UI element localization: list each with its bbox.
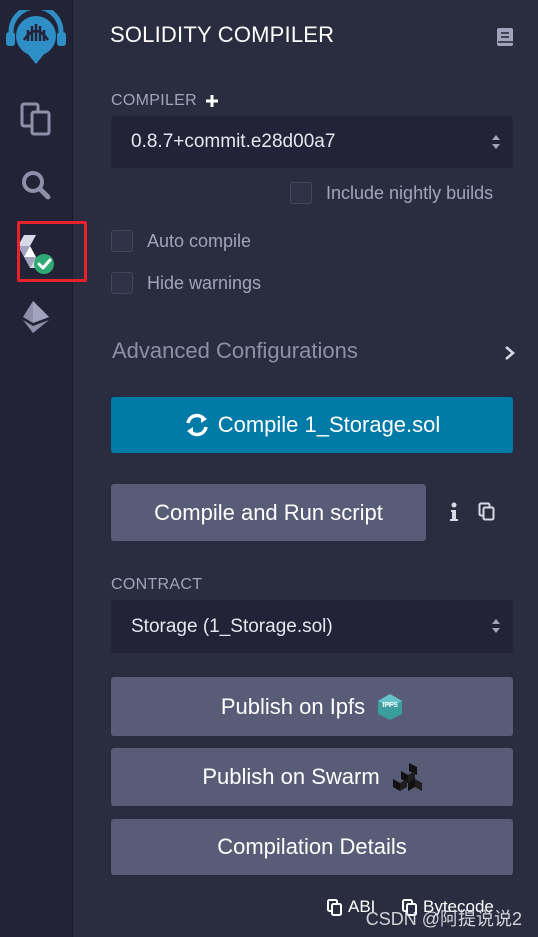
ipfs-icon: IPFS [377, 693, 403, 721]
info-icon[interactable] [449, 502, 459, 526]
ipfs-badge-text: IPFS [382, 701, 398, 709]
select-arrows-icon [491, 133, 501, 157]
compile-and-run-button[interactable]: Compile and Run script [111, 484, 426, 541]
contract-value: Storage (1_Storage.sol) [131, 615, 333, 637]
hide-warnings-row[interactable]: Hide warnings [111, 272, 261, 294]
hide-warnings-checkbox[interactable] [111, 272, 133, 294]
publish-ipfs-label: Publish on Ipfs [220, 693, 366, 719]
file-explorer-icon[interactable] [0, 101, 72, 137]
watermark-text: CSDN @阿提说说2 [365, 909, 522, 929]
swarm-icon [392, 762, 422, 792]
publish-ipfs-button[interactable]: Publish on Ipfs IPFS [111, 677, 513, 736]
compile-button[interactable]: Compile 1_Storage.sol [111, 397, 513, 453]
auto-compile-row[interactable]: Auto compile [111, 230, 251, 252]
auto-compile-checkbox[interactable] [111, 230, 133, 252]
add-compiler-icon[interactable] [205, 94, 219, 108]
compiler-version-value: 0.8.7+commit.e28d00a7 [131, 131, 336, 152]
compiler-version-select[interactable]: 0.8.7+commit.e28d00a7 [111, 116, 513, 168]
copy-icon [327, 898, 342, 916]
select-arrows-icon [491, 617, 501, 641]
documentation-icon[interactable] [496, 27, 514, 51]
publish-swarm-button[interactable]: Publish on Swarm [111, 748, 513, 806]
compile-button-label: Compile 1_Storage.sol [217, 412, 441, 437]
panel-title: SOLIDITY COMPILER [110, 22, 335, 47]
include-nightly-row[interactable]: Include nightly builds [290, 182, 493, 204]
compilation-details-label: Compilation Details [217, 834, 407, 859]
chevron-right-icon[interactable] [504, 345, 516, 365]
remix-logo-icon[interactable] [0, 10, 72, 66]
compiler-section-label: COMPILER [111, 92, 219, 110]
compilation-details-button[interactable]: Compilation Details [111, 819, 513, 875]
include-nightly-label: Include nightly builds [326, 182, 494, 203]
include-nightly-checkbox[interactable] [290, 182, 312, 204]
contract-label: CONTRACT [111, 576, 203, 593]
copy-icon[interactable] [478, 502, 495, 525]
auto-compile-label: Auto compile [147, 230, 252, 251]
compile-and-run-label: Compile and Run script [154, 499, 383, 525]
deploy-run-icon[interactable] [0, 300, 72, 334]
search-icon[interactable] [0, 170, 72, 200]
compiler-label-text: COMPILER [111, 92, 197, 109]
hide-warnings-label: Hide warnings [147, 272, 262, 293]
contract-select[interactable]: Storage (1_Storage.sol) [111, 600, 513, 653]
refresh-icon [184, 413, 210, 437]
icon-sidebar [0, 0, 87, 937]
publish-swarm-label: Publish on Swarm [202, 764, 380, 789]
compiler-panel: SOLIDITY COMPILER COMPILER 0.8.7+commit.… [73, 0, 538, 937]
advanced-configurations-toggle[interactable]: Advanced Configurations [112, 338, 358, 364]
